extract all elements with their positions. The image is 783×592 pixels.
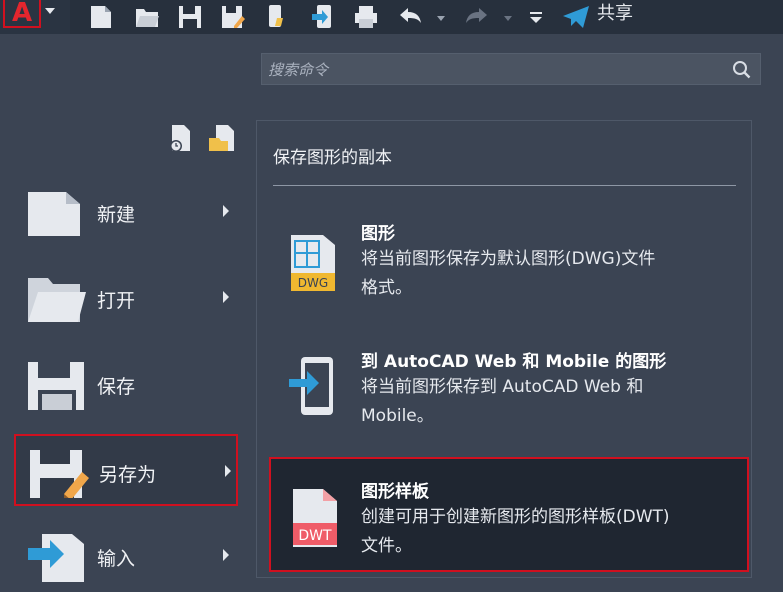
search-input[interactable]: 搜索命令 [268, 59, 328, 80]
save-as-icon [30, 450, 89, 498]
customize-toolbar-icon[interactable] [527, 4, 545, 30]
chevron-down-icon [45, 8, 55, 14]
search-commands-field[interactable]: 搜索命令 [261, 53, 761, 85]
menu-item-label: 打开 [97, 290, 136, 312]
print-icon[interactable] [353, 4, 379, 30]
save-as-drawing-option[interactable]: DWG 图形 将当前图形保存为默认图形(DWG)文件 格式。 [269, 211, 743, 311]
new-file-icon[interactable] [88, 4, 114, 30]
save-icon [28, 362, 84, 410]
redo-icon[interactable] [464, 4, 490, 30]
option-description-line1: 创建可用于创建新图形的图形样板(DWT) [361, 507, 670, 527]
share-icon[interactable] [561, 4, 591, 30]
chevron-right-icon [223, 549, 229, 561]
application-menu-button[interactable]: A [0, 0, 70, 34]
autocad-logo-icon: A [3, 0, 41, 28]
dwg-file-icon: DWG [291, 235, 335, 291]
dwg-icon-text: DWG [298, 276, 328, 290]
share-label[interactable]: 共享 [597, 2, 633, 26]
undo-dropdown-icon[interactable] [435, 4, 447, 30]
menu-item-open[interactable]: 打开 [14, 262, 238, 334]
option-title: 图形样板 [361, 482, 429, 502]
option-description-line2: 格式。 [361, 278, 412, 298]
mobile-device-icon [289, 357, 333, 415]
new-file-icon [28, 192, 80, 236]
option-title: 图形 [361, 224, 395, 244]
redo-dropdown-icon[interactable] [502, 4, 514, 30]
dwt-icon-text: DWT [298, 528, 332, 544]
save-to-web-mobile-option[interactable]: 到 AutoCAD Web 和 Mobile 的图形 将当前图形保存到 Auto… [269, 339, 743, 439]
open-folder-icon[interactable] [134, 4, 160, 30]
save-web-mobile-icon[interactable] [310, 4, 336, 30]
import-icon [28, 534, 84, 582]
menu-item-label: 保存 [97, 376, 136, 398]
menu-item-label: 新建 [97, 204, 136, 226]
open-folder-icon [28, 278, 86, 322]
option-title: 到 AutoCAD Web 和 Mobile 的图形 [361, 352, 667, 372]
search-icon[interactable] [732, 60, 752, 80]
open-web-mobile-icon[interactable] [265, 4, 291, 30]
chevron-right-icon [223, 205, 229, 217]
option-description-line1: 将当前图形保存为默认图形(DWG)文件 [361, 249, 656, 269]
menu-item-save-as[interactable]: 另存为 [14, 434, 238, 506]
save-icon[interactable] [177, 4, 203, 30]
option-description-line2: Mobile。 [361, 406, 434, 426]
dwt-file-icon: DWT [293, 489, 337, 547]
chevron-right-icon [225, 465, 231, 477]
menu-item-label: 输入 [97, 548, 136, 570]
save-as-submenu: 保存图形的副本 DWG 图形 将当前图形保存为默认图形(DWG)文件 格式。 到… [256, 120, 752, 578]
quick-access-toolbar: A 共享 [0, 0, 783, 34]
option-description-line1: 将当前图形保存到 AutoCAD Web 和 [361, 377, 644, 397]
application-menu-list: 新建 打开 保存 另存为 输入 [0, 100, 258, 582]
chevron-right-icon [223, 291, 229, 303]
save-as-icon[interactable] [220, 4, 246, 30]
option-description-line2: 文件。 [361, 536, 412, 556]
submenu-title: 保存图形的副本 [273, 148, 392, 168]
divider [273, 185, 736, 186]
undo-icon[interactable] [397, 4, 423, 30]
menu-item-label: 另存为 [99, 464, 157, 486]
menu-item-save[interactable]: 保存 [14, 348, 238, 420]
save-as-template-option[interactable]: DWT 图形样板 创建可用于创建新图形的图形样板(DWT) 文件。 [269, 457, 749, 572]
menu-item-import[interactable]: 输入 [14, 520, 238, 592]
menu-item-new[interactable]: 新建 [14, 176, 238, 248]
